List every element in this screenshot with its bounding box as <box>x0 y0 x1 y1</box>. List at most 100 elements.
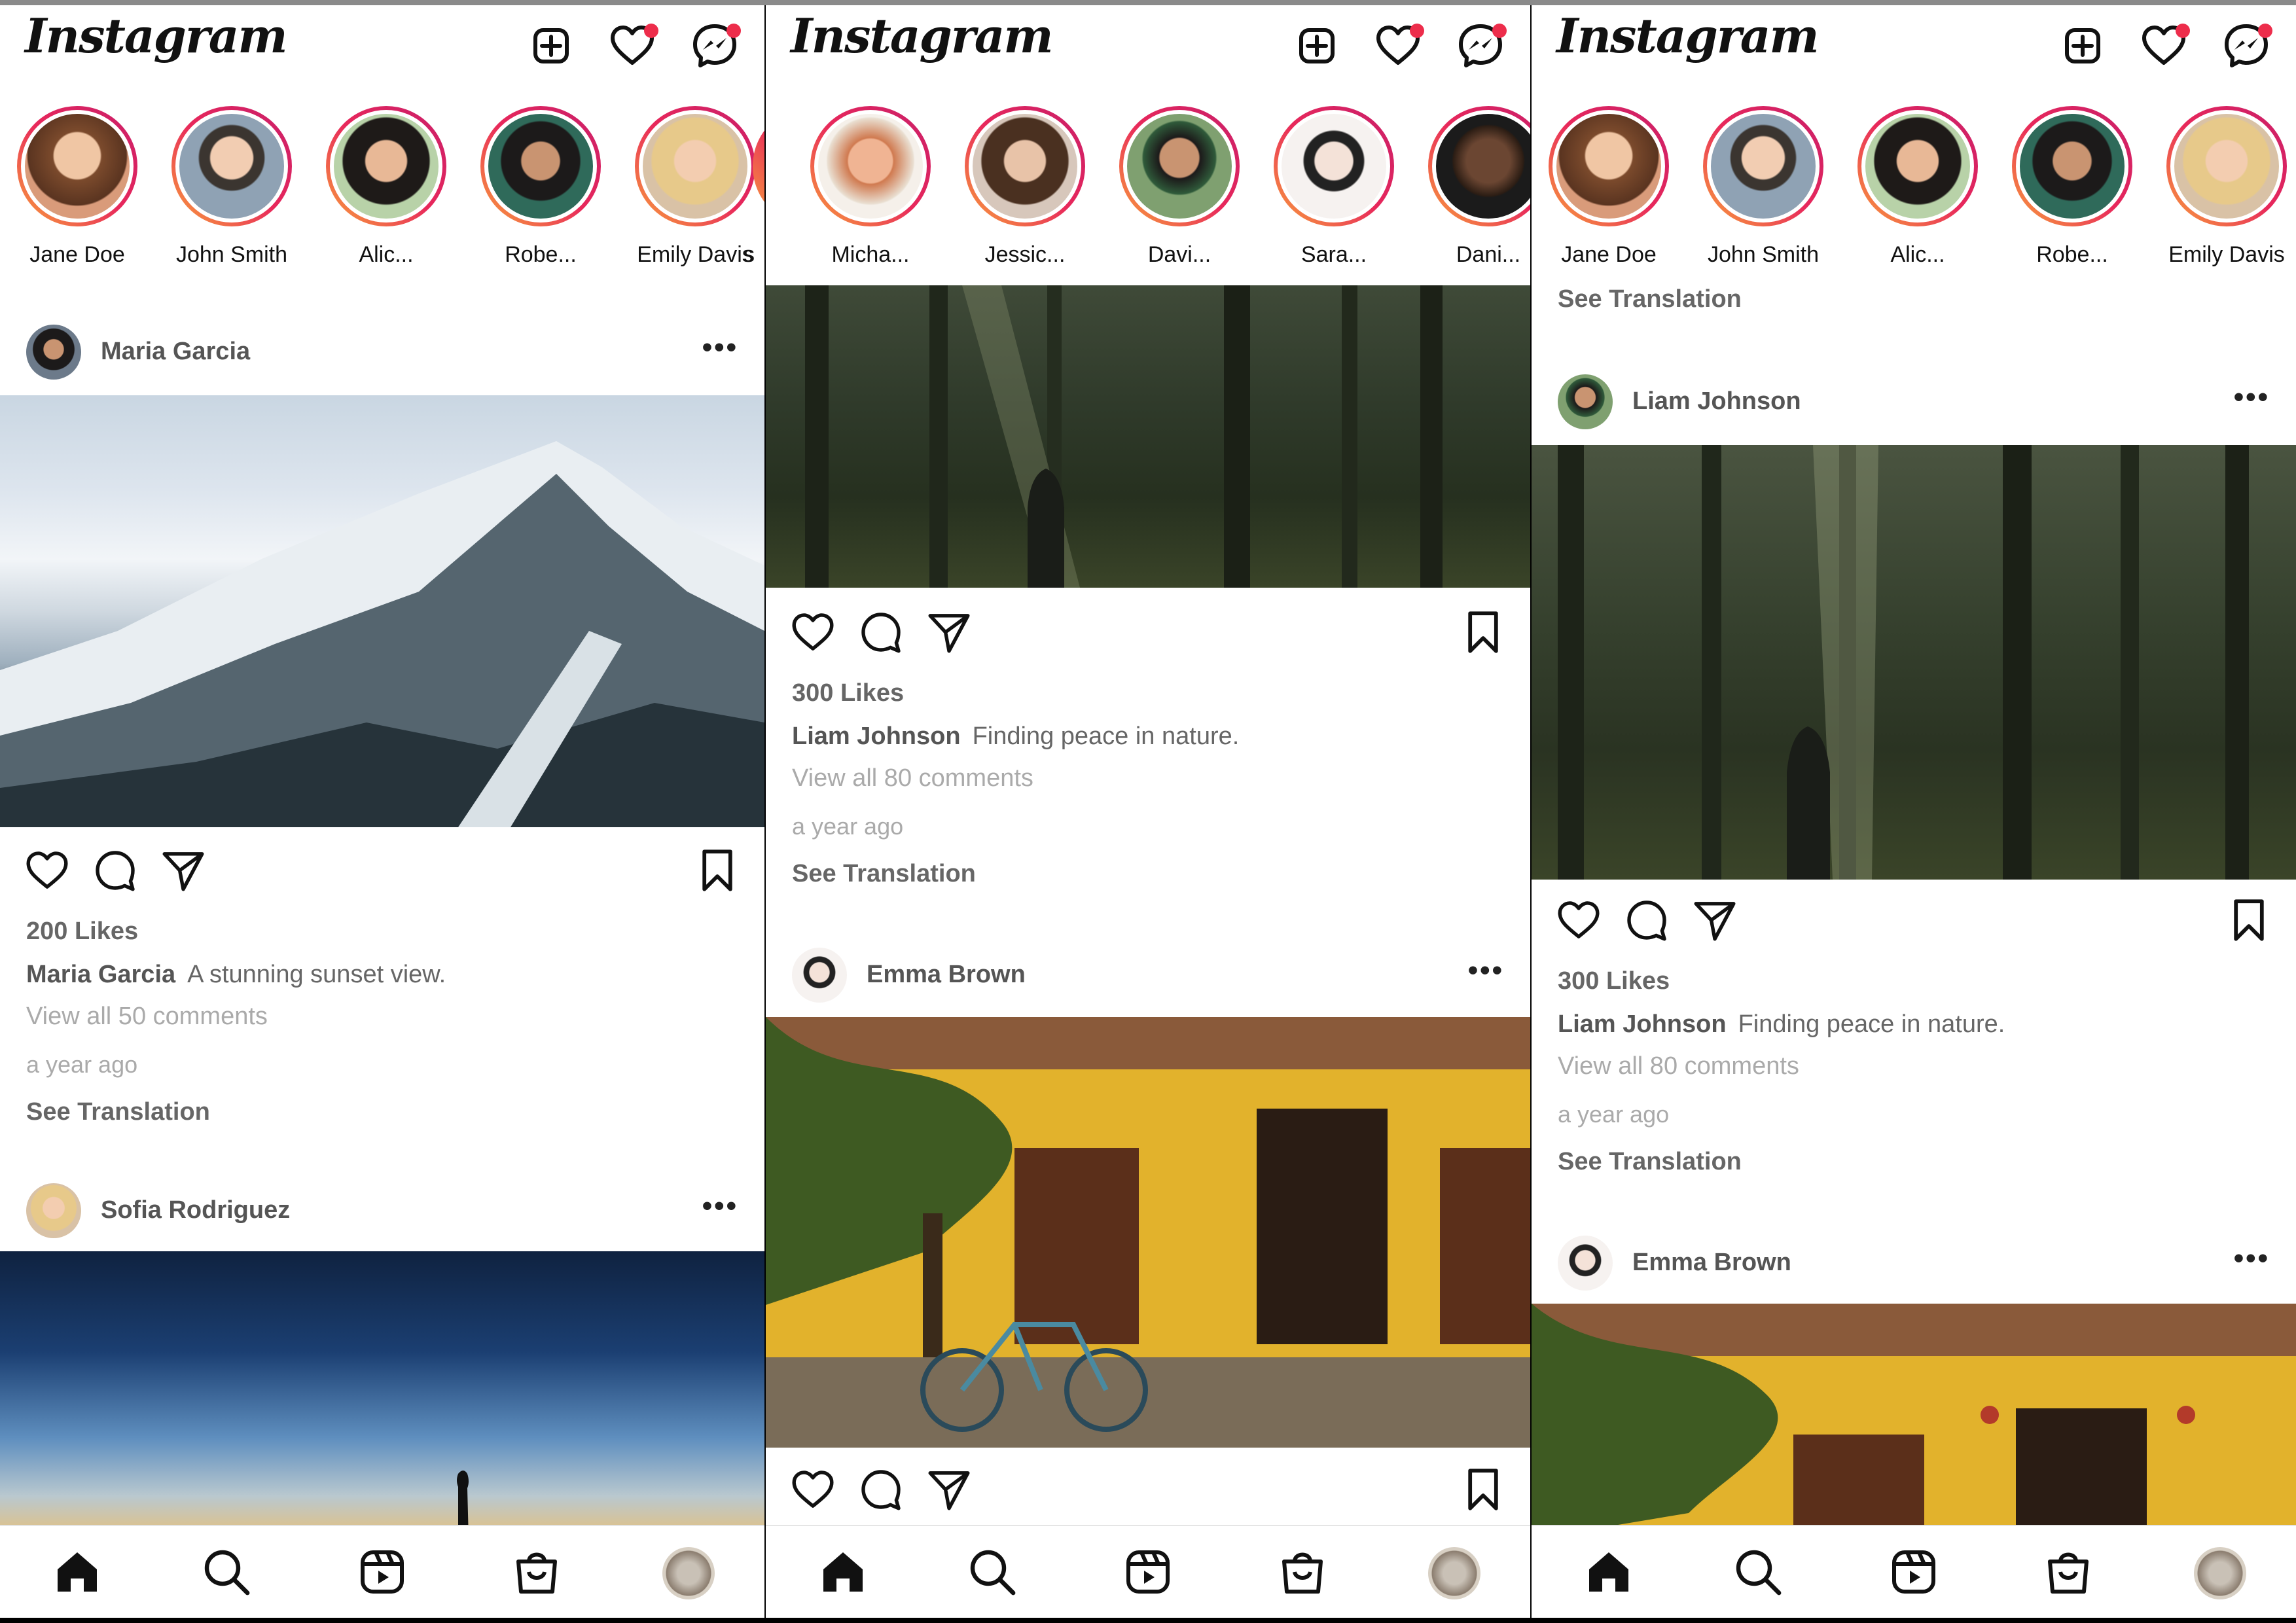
like-heart-icon[interactable] <box>789 609 836 656</box>
story-avatar <box>643 114 747 219</box>
story-username: Dani... <box>1456 242 1521 267</box>
like-heart-icon[interactable] <box>24 847 71 894</box>
bookmark-icon[interactable] <box>694 847 741 894</box>
reels-icon[interactable] <box>356 1546 408 1598</box>
comment-icon[interactable] <box>857 1466 905 1513</box>
app-header: Instagram <box>0 5 764 84</box>
user-avatar[interactable] <box>1558 1236 1613 1291</box>
caption-username[interactable]: Liam Johnson <box>1558 1010 1727 1038</box>
see-translation-link[interactable]: See Translation <box>1558 285 1742 313</box>
post-image-forest[interactable] <box>1532 445 2296 880</box>
story-item[interactable]: Robe... <box>2007 103 2138 280</box>
profile-avatar[interactable] <box>1428 1547 1480 1599</box>
user-avatar[interactable] <box>792 948 847 1003</box>
post-username[interactable]: Liam Johnson <box>1632 387 1801 416</box>
story-item[interactable]: Micha... <box>805 103 936 280</box>
post-image-yellow-house[interactable] <box>766 1017 1530 1448</box>
messenger-icon[interactable] <box>1454 20 1507 72</box>
share-send-icon[interactable] <box>1691 897 1738 944</box>
bookmark-icon[interactable] <box>1460 609 1507 656</box>
story-item[interactable]: s <box>744 103 764 280</box>
see-translation-link[interactable]: See Translation <box>792 860 976 888</box>
user-avatar[interactable] <box>26 325 81 380</box>
messenger-icon[interactable] <box>2220 20 2272 72</box>
user-avatar[interactable] <box>26 1183 81 1238</box>
like-heart-icon[interactable] <box>1555 897 1602 944</box>
more-options-icon[interactable]: ••• <box>1468 954 1504 987</box>
story-item[interactable]: Robe... <box>475 103 606 280</box>
post-username[interactable]: Sofia Rodriguez <box>101 1196 290 1224</box>
shop-icon[interactable] <box>511 1546 563 1598</box>
home-icon[interactable] <box>817 1546 869 1598</box>
bottom-nav-bar <box>0 1525 764 1618</box>
instagram-logo[interactable]: Instagram <box>25 8 288 63</box>
story-avatar <box>1711 114 1816 219</box>
story-item[interactable]: John Smith <box>166 103 297 280</box>
comment-icon[interactable] <box>1623 897 1670 944</box>
more-options-icon[interactable]: ••• <box>702 331 738 364</box>
comment-icon[interactable] <box>857 609 905 656</box>
story-item[interactable]: John Smith <box>1698 103 1829 280</box>
story-item[interactable]: Jessic... <box>960 103 1090 280</box>
story-item[interactable]: Alic... <box>1852 103 1983 280</box>
post-username[interactable]: Maria Garcia <box>101 338 250 366</box>
more-options-icon[interactable]: ••• <box>702 1190 738 1222</box>
story-item[interactable]: Jane Doe <box>12 103 143 280</box>
caption-username[interactable]: Maria Garcia <box>26 961 175 988</box>
more-options-icon[interactable]: ••• <box>2234 381 2270 414</box>
story-item[interactable]: Dani... <box>1423 103 1530 280</box>
story-item[interactable]: Emily Davis <box>630 103 761 280</box>
heart-icon[interactable] <box>1372 20 1424 72</box>
home-icon[interactable] <box>1583 1546 1635 1598</box>
plus-square-icon[interactable] <box>525 20 577 72</box>
story-item[interactable]: Davi... <box>1114 103 1245 280</box>
post-username[interactable]: Emma Brown <box>867 961 1026 989</box>
story-avatar <box>1436 114 1530 219</box>
story-item[interactable]: Jane Doe <box>1543 103 1674 280</box>
search-icon[interactable] <box>200 1546 253 1598</box>
instagram-logo[interactable]: Instagram <box>1556 8 1820 63</box>
shop-icon[interactable] <box>1276 1546 1329 1598</box>
reels-icon[interactable] <box>1888 1546 1940 1598</box>
story-item[interactable]: Alic... <box>321 103 452 280</box>
home-icon[interactable] <box>51 1546 103 1598</box>
plus-square-icon[interactable] <box>2056 20 2109 72</box>
like-heart-icon[interactable] <box>789 1466 836 1513</box>
likes-count[interactable]: 200 Likes <box>26 918 138 946</box>
story-item[interactable]: Sara... <box>1268 103 1399 280</box>
bookmark-icon[interactable] <box>2225 897 2272 944</box>
likes-count[interactable]: 300 Likes <box>792 679 904 707</box>
post-actions <box>0 831 764 903</box>
instagram-logo[interactable]: Instagram <box>791 8 1054 63</box>
post-image-mountain[interactable] <box>0 395 764 827</box>
share-send-icon[interactable] <box>925 609 973 656</box>
comment-icon[interactable] <box>92 847 139 894</box>
view-comments-link[interactable]: View all 80 comments <box>1558 1052 1799 1080</box>
plus-square-icon[interactable] <box>1291 20 1343 72</box>
search-icon[interactable] <box>966 1546 1018 1598</box>
share-send-icon[interactable] <box>160 847 207 894</box>
share-send-icon[interactable] <box>925 1466 973 1513</box>
post-username[interactable]: Emma Brown <box>1632 1249 1791 1277</box>
profile-avatar[interactable] <box>662 1547 715 1599</box>
shop-icon[interactable] <box>2042 1546 2094 1598</box>
caption-username[interactable]: Liam Johnson <box>792 722 961 750</box>
story-item[interactable]: Emily Davis <box>2161 103 2292 280</box>
post-image-yellow-house[interactable] <box>1532 1304 2296 1539</box>
user-avatar[interactable] <box>1558 374 1613 429</box>
see-translation-link[interactable]: See Translation <box>26 1098 210 1126</box>
likes-count[interactable]: 300 Likes <box>1558 967 1670 995</box>
more-options-icon[interactable]: ••• <box>2234 1242 2270 1275</box>
post-image-sky[interactable] <box>0 1251 764 1539</box>
profile-avatar[interactable] <box>2194 1547 2246 1599</box>
see-translation-link[interactable]: See Translation <box>1558 1148 1742 1176</box>
messenger-icon[interactable] <box>689 20 741 72</box>
post-image-forest[interactable] <box>766 285 1530 588</box>
heart-icon[interactable] <box>606 20 658 72</box>
view-comments-link[interactable]: View all 50 comments <box>26 1003 268 1031</box>
view-comments-link[interactable]: View all 80 comments <box>792 764 1033 793</box>
bookmark-icon[interactable] <box>1460 1466 1507 1513</box>
search-icon[interactable] <box>1732 1546 1784 1598</box>
reels-icon[interactable] <box>1122 1546 1174 1598</box>
heart-icon[interactable] <box>2138 20 2190 72</box>
